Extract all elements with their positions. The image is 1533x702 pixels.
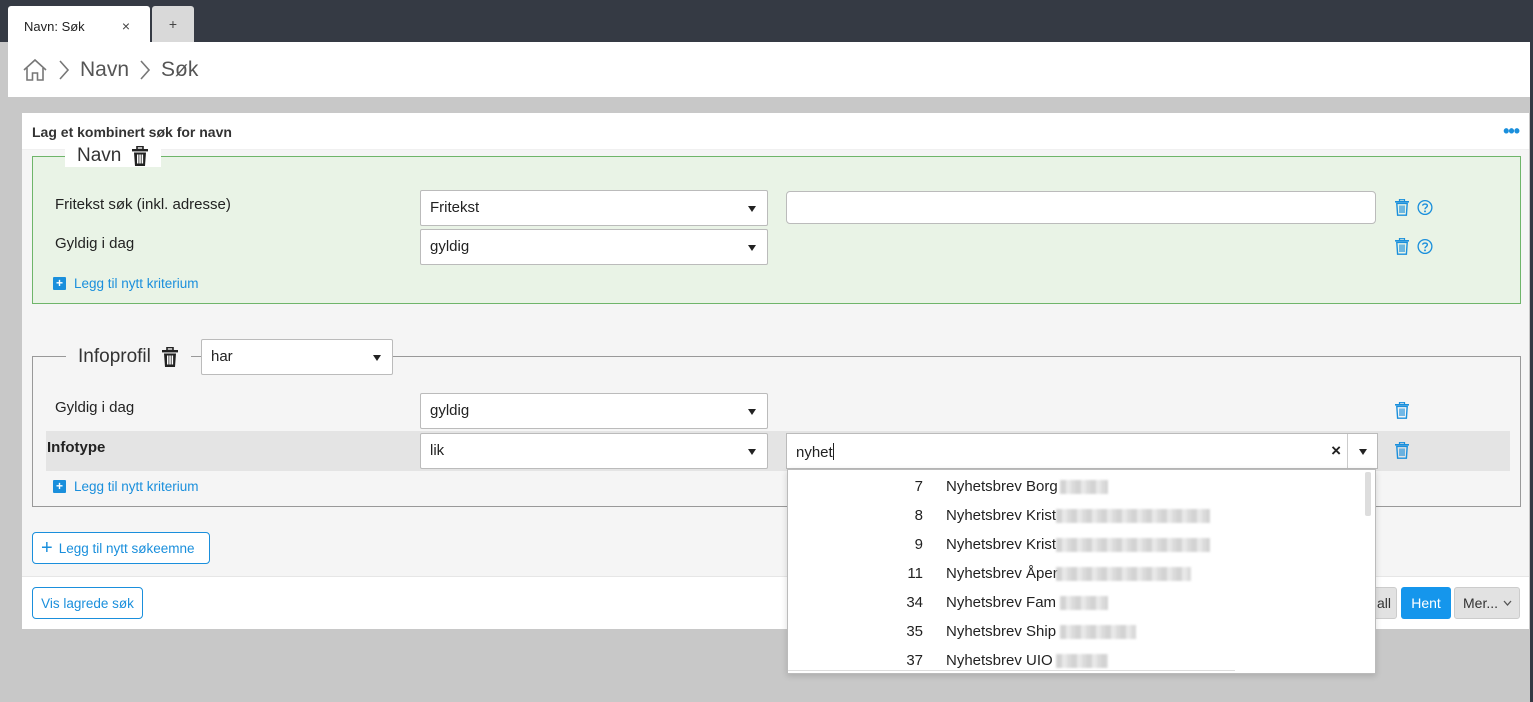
- row-label: Gyldig i dag: [55, 399, 135, 416]
- add-search-subject-button[interactable]: + Legg til nytt søkeemne: [32, 532, 210, 564]
- card-title: Lag et kombinert søk for navn: [32, 124, 232, 140]
- redacted-text: [1060, 625, 1136, 639]
- clear-icon[interactable]: ×: [1331, 441, 1341, 461]
- show-saved-searches-button[interactable]: Vis lagrede søk: [32, 587, 143, 619]
- more-options-icon[interactable]: •••: [1503, 121, 1520, 142]
- redacted-text: [1060, 596, 1108, 610]
- row-label: Gyldig i dag: [55, 235, 135, 252]
- tab-navn-sok[interactable]: Navn: Søk ×: [8, 6, 150, 42]
- chevron-right-icon: [59, 59, 70, 80]
- divider: [788, 670, 1235, 671]
- trash-icon[interactable]: [1394, 442, 1410, 459]
- chevron-down-icon: [1503, 600, 1512, 606]
- caret-down-icon: [748, 409, 756, 415]
- option-number: 34: [906, 594, 923, 611]
- select-value: gyldig: [430, 402, 470, 419]
- scrollbar[interactable]: [1365, 472, 1371, 516]
- more-button[interactable]: Mer...: [1454, 587, 1520, 619]
- help-icon[interactable]: [1417, 199, 1433, 216]
- trash-icon[interactable]: [1394, 402, 1410, 419]
- infoprofil-has-select[interactable]: har: [201, 339, 393, 375]
- row-label: Infotype: [47, 439, 106, 456]
- plus-icon: +: [41, 537, 53, 559]
- select-value: har: [211, 348, 233, 365]
- option-number: 9: [914, 536, 923, 553]
- option-name: Nyhetsbrev Åper: [946, 565, 1058, 582]
- add-search-subject-label: Legg til nytt søkeemne: [58, 540, 195, 556]
- plus-icon: +: [53, 277, 66, 290]
- caret-down-icon: [1359, 449, 1367, 455]
- add-criterion-link[interactable]: + Legg til nytt kriterium: [53, 276, 199, 291]
- close-icon[interactable]: ×: [122, 18, 130, 34]
- redacted-text: [1060, 480, 1108, 494]
- option-name: Nyhetsbrev UIO: [946, 652, 1053, 669]
- select-value: lik: [430, 442, 445, 459]
- card-header: Lag et kombinert søk for navn •••: [22, 113, 1529, 150]
- select-value: Fritekst: [430, 199, 480, 216]
- plus-icon: +: [53, 480, 66, 493]
- operator-select[interactable]: Fritekst: [420, 190, 768, 226]
- list-item[interactable]: 11 Nyhetsbrev Åper: [788, 560, 1363, 589]
- redacted-text: [1056, 567, 1191, 581]
- add-criterion-link[interactable]: + Legg til nytt kriterium: [53, 479, 199, 494]
- option-name: Nyhetsbrev Fam: [946, 594, 1057, 611]
- operator-select[interactable]: gyldig: [420, 393, 768, 429]
- fetch-button[interactable]: Hent: [1401, 587, 1451, 619]
- chevron-right-icon: [140, 59, 151, 80]
- fritekst-input[interactable]: [786, 191, 1376, 224]
- infotype-options-list: 7 Nyhetsbrev Borg 8 Nyhetsbrev Krist 9 N…: [787, 469, 1376, 674]
- list-item[interactable]: 7 Nyhetsbrev Borg: [788, 473, 1363, 502]
- select-value: gyldig: [430, 238, 470, 255]
- redacted-text: [1056, 538, 1210, 552]
- more-label: Mer...: [1463, 595, 1499, 611]
- option-number: 35: [906, 623, 923, 640]
- row-label: Fritekst søk (inkl. adresse): [55, 196, 231, 213]
- add-criterion-label: Legg til nytt kriterium: [74, 479, 199, 494]
- combobox-value: nyhet: [796, 443, 834, 461]
- redacted-text: [1056, 654, 1108, 668]
- option-name: Nyhetsbrev Ship: [946, 623, 1057, 640]
- new-tab-button[interactable]: +: [152, 6, 194, 42]
- navn-group: Navn Fritekst søk (inkl. adresse) Fritek…: [32, 145, 1521, 304]
- option-number: 37: [906, 652, 923, 669]
- navn-group-legend: Navn: [65, 145, 162, 167]
- help-icon[interactable]: [1417, 238, 1433, 255]
- redacted-text: [1056, 509, 1210, 523]
- caret-down-icon: [748, 206, 756, 212]
- group-title: Navn: [77, 145, 122, 166]
- list-item[interactable]: 34 Nyhetsbrev Fam: [788, 589, 1363, 618]
- caret-down-icon: [748, 449, 756, 455]
- option-name: Nyhetsbrev Krist: [946, 507, 1057, 524]
- trash-icon[interactable]: [1394, 238, 1410, 255]
- option-number: 8: [914, 507, 923, 524]
- breadcrumb-item-sok: Søk: [161, 57, 199, 81]
- home-icon[interactable]: [22, 58, 48, 82]
- tab-label: Navn: Søk: [24, 19, 85, 34]
- option-number: 11: [907, 565, 923, 582]
- infoprofil-group-legend: Infoprofil: [66, 339, 191, 375]
- tab-bar: Navn: Søk × +: [0, 0, 1533, 42]
- add-criterion-label: Legg til nytt kriterium: [74, 276, 199, 291]
- dropdown-toggle[interactable]: [1347, 434, 1377, 468]
- breadcrumb-item-navn[interactable]: Navn: [80, 58, 129, 82]
- trash-icon[interactable]: [161, 346, 179, 368]
- trash-icon[interactable]: [131, 145, 149, 167]
- operator-select[interactable]: lik: [420, 433, 768, 469]
- operator-select[interactable]: gyldig: [420, 229, 768, 265]
- option-name: Nyhetsbrev Krist: [946, 536, 1057, 553]
- list-item[interactable]: 9 Nyhetsbrev Krist: [788, 531, 1363, 560]
- caret-down-icon: [748, 245, 756, 251]
- infotype-combobox[interactable]: nyhet ×: [786, 433, 1378, 469]
- list-item[interactable]: 35 Nyhetsbrev Ship: [788, 618, 1363, 647]
- list-item[interactable]: 8 Nyhetsbrev Krist: [788, 502, 1363, 531]
- option-name: Nyhetsbrev Borg: [946, 478, 1058, 495]
- caret-down-icon: [373, 355, 381, 361]
- trash-icon[interactable]: [1394, 199, 1410, 216]
- breadcrumb: Navn Søk: [8, 42, 1530, 97]
- group-title: Infoprofil: [78, 346, 151, 367]
- option-number: 7: [914, 478, 923, 495]
